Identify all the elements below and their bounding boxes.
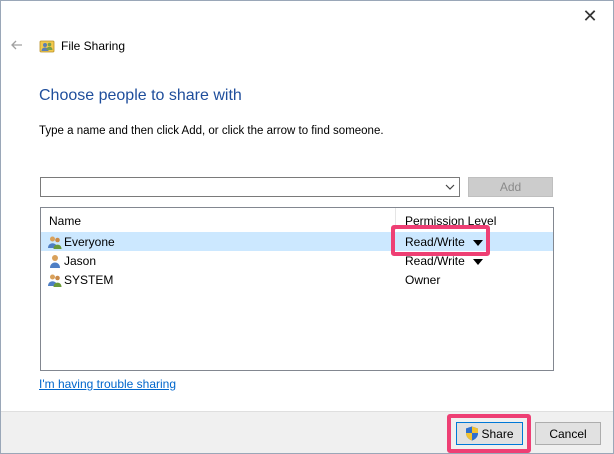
list-header: Name Permission Level bbox=[41, 208, 553, 230]
cancel-button[interactable]: Cancel bbox=[535, 422, 601, 445]
group-users-icon bbox=[48, 236, 62, 249]
window-title-bar: File Sharing bbox=[39, 38, 125, 54]
column-divider[interactable] bbox=[395, 208, 396, 230]
dropdown-arrow-icon bbox=[472, 239, 483, 246]
permission-level: Read/Write bbox=[405, 254, 465, 268]
row-name: Jason bbox=[64, 254, 97, 268]
uac-shield-icon bbox=[466, 426, 479, 441]
share-button[interactable]: Share bbox=[456, 422, 523, 445]
cancel-button-label: Cancel bbox=[549, 426, 587, 441]
close-icon: ✕ bbox=[582, 6, 598, 26]
file-sharing-icon bbox=[39, 40, 55, 53]
column-header-name[interactable]: Name bbox=[49, 214, 81, 228]
permission-level: Read/Write bbox=[405, 235, 465, 249]
row-name: Everyone bbox=[64, 235, 115, 249]
permission-dropdown[interactable]: Read/Write bbox=[405, 235, 483, 249]
page-heading: Choose people to share with bbox=[39, 87, 242, 104]
list-row-system[interactable]: SYSTEM Owner bbox=[41, 270, 553, 289]
group-users-icon bbox=[48, 274, 62, 287]
back-button[interactable] bbox=[9, 37, 25, 53]
permission-level-static: Owner bbox=[405, 273, 440, 287]
dropdown-arrow-icon bbox=[472, 258, 483, 265]
close-button[interactable]: ✕ bbox=[567, 1, 613, 31]
list-row-jason[interactable]: Jason Read/Write bbox=[41, 251, 553, 270]
name-combobox[interactable] bbox=[40, 177, 460, 197]
name-input[interactable] bbox=[44, 179, 438, 197]
add-button-label: Add bbox=[499, 180, 522, 194]
file-sharing-window: ✕ File Sharing Choose people to share wi… bbox=[0, 0, 614, 454]
permission-dropdown[interactable]: Read/Write bbox=[405, 254, 483, 268]
window-title: File Sharing bbox=[61, 39, 126, 53]
column-header-permission[interactable]: Permission Level bbox=[405, 214, 496, 228]
list-row-everyone[interactable]: Everyone Read/Write bbox=[41, 232, 553, 251]
trouble-sharing-link[interactable]: I'm having trouble sharing bbox=[39, 377, 176, 391]
permission-level: Owner bbox=[405, 273, 441, 287]
row-name: SYSTEM bbox=[64, 273, 114, 287]
combobox-dropdown-button[interactable] bbox=[441, 178, 459, 196]
back-arrow-icon bbox=[11, 40, 22, 50]
instruction-text: Type a name and then click Add, or click… bbox=[39, 125, 384, 137]
share-button-label: Share bbox=[481, 426, 514, 441]
people-list: Name Permission Level Everyone Read/Writ… bbox=[40, 207, 554, 371]
chevron-down-icon bbox=[445, 184, 455, 190]
user-icon bbox=[50, 255, 60, 268]
add-button[interactable]: Add bbox=[468, 177, 553, 197]
